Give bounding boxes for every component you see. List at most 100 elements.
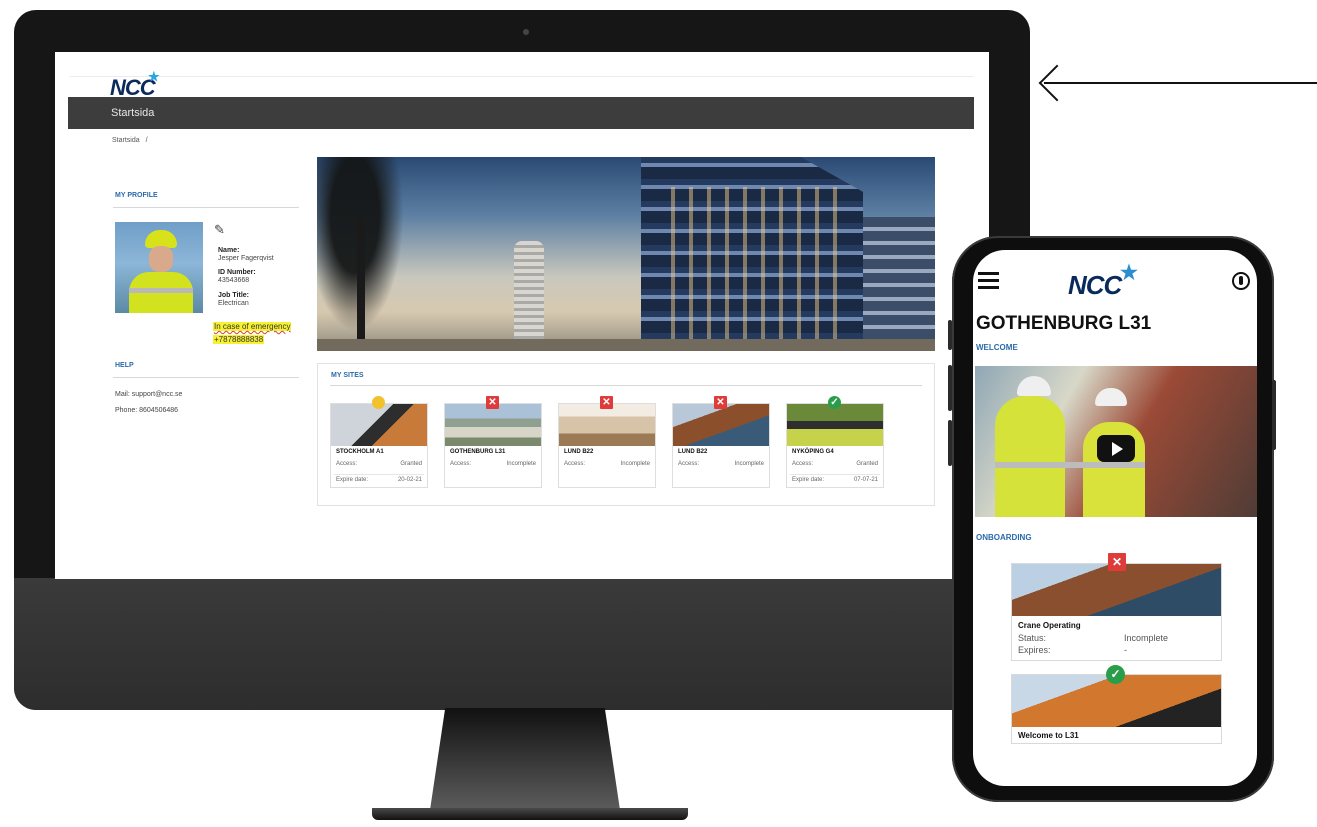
site-expire-label: Expire date:	[336, 477, 369, 483]
site-access-row: Access: Granted	[336, 461, 422, 467]
site-name: LUND B22	[678, 449, 708, 455]
site-expire-label: Expire date:	[792, 477, 825, 483]
site-name: GOTHENBURG L31	[450, 449, 506, 455]
site-row-divider	[334, 474, 424, 475]
brand-name: NCC	[1068, 270, 1122, 300]
site-access-label: Access:	[336, 461, 358, 467]
site-access-label: Access:	[678, 461, 700, 467]
top-navbar: Startsida	[68, 97, 974, 129]
site-expire-value: 20-02-21	[397, 477, 422, 483]
hero-tower	[514, 241, 544, 351]
job-title-value: Electrican	[218, 300, 249, 307]
site-access-row: Access: Incomplete	[450, 461, 536, 467]
phone-volume-button	[948, 420, 952, 466]
hero-banner-image	[317, 157, 935, 351]
name-value: Jesper Fagerqvist	[218, 255, 274, 262]
monitor-stand	[430, 708, 620, 810]
site-card-stockholm-a1[interactable]: STOCKHOLM A1 Access: Granted Expire date…	[330, 403, 428, 488]
my-profile-title: MY PROFILE	[115, 192, 158, 199]
video-vest-stripe	[995, 462, 1145, 468]
site-access-label: Access:	[450, 461, 472, 467]
status-incomplete-icon: ✕	[1108, 553, 1126, 571]
star-icon: ★	[148, 69, 160, 84]
edit-profile-pencil-icon[interactable]: ✎	[214, 222, 225, 238]
name-label: Name:	[218, 247, 240, 254]
site-row-divider	[790, 474, 880, 475]
help-divider	[113, 377, 299, 378]
status-incomplete-icon: ✕	[714, 396, 727, 409]
site-image	[673, 404, 769, 446]
site-card-lund-b22[interactable]: LUND B22 Access: Incomplete	[558, 403, 656, 488]
video-worker-helmet	[1017, 376, 1051, 396]
id-number-value: 43543668	[218, 277, 250, 284]
avatar-vest-stripe	[129, 288, 193, 293]
site-access-label: Access:	[792, 461, 814, 467]
site-name: LUND B22	[564, 449, 594, 455]
site-image	[445, 404, 541, 446]
site-expire-row: Expire date: 20-02-21	[336, 477, 422, 483]
hero-building-lights	[657, 187, 837, 347]
star-icon: ★	[1120, 262, 1138, 284]
site-expire-value: 07-07-21	[853, 477, 878, 483]
site-access-row: Access: Incomplete	[564, 461, 650, 467]
monitor-stand-foot	[372, 808, 688, 820]
desktop-screen: NCC ★ Startsida Startsida / MY PROFILE ✎…	[55, 52, 989, 579]
onboarding-card-crane-operating[interactable]: Crane Operating Status: Incomplete Expir…	[1011, 563, 1222, 661]
video-worker-vest	[995, 396, 1065, 517]
onboarding-status-value: Incomplete	[1124, 633, 1169, 643]
site-access-label: Access:	[564, 461, 586, 467]
my-sites-panel: MY SITES STOCKHOLM A1 Access: Granted Ex…	[317, 363, 935, 506]
monitor-camera	[523, 29, 529, 35]
phone-power-button	[1272, 380, 1276, 450]
hero-building-right	[863, 217, 935, 351]
my-sites-divider	[330, 385, 922, 386]
site-image	[559, 404, 655, 446]
avatar-face	[149, 246, 173, 272]
help-title: HELP	[115, 362, 134, 369]
job-title-label: Job Title:	[218, 292, 249, 299]
nav-title[interactable]: Startsida	[111, 107, 154, 119]
play-button-icon[interactable]	[1097, 435, 1135, 462]
site-title: GOTHENBURG L31	[976, 313, 1152, 334]
breadcrumb-item-startsida[interactable]: Startsida	[112, 137, 140, 144]
site-image	[787, 404, 883, 446]
site-card-gothenburg-l31[interactable]: GOTHENBURG L31 Access: Incomplete	[444, 403, 542, 488]
phone-volume-button	[948, 365, 952, 411]
site-access-row: Access: Incomplete	[678, 461, 764, 467]
site-access-row: Access: Granted	[792, 461, 878, 467]
my-profile-divider	[113, 207, 299, 208]
user-profile-icon[interactable]	[1232, 272, 1250, 290]
monitor-chin	[14, 578, 1030, 710]
help-mail[interactable]: Mail: support@ncc.se	[115, 391, 182, 398]
breadcrumb: Startsida /	[112, 137, 148, 144]
site-expire-row: Expire date: 07-07-21	[792, 477, 878, 483]
breadcrumb-separator: /	[145, 137, 148, 144]
mobile-screen: NCC ★ GOTHENBURG L31 WELCOME ONBOARDING …	[973, 250, 1257, 786]
phone-side-button	[948, 320, 952, 350]
my-sites-title: MY SITES	[331, 372, 364, 379]
site-name: STOCKHOLM A1	[336, 449, 384, 455]
hero-tree-trunk	[357, 217, 365, 351]
hamburger-menu-icon[interactable]	[978, 272, 999, 289]
site-access-value: Incomplete	[734, 461, 764, 467]
site-name: NYKÖPING G4	[792, 449, 834, 455]
help-phone[interactable]: Phone: 8604506486	[115, 407, 178, 414]
site-card-lund-b22-2[interactable]: LUND B22 Access: Incomplete	[672, 403, 770, 488]
emergency-contact-label[interactable]: In case of emergency	[213, 322, 292, 331]
onboarding-card-welcome-to-l31[interactable]: Welcome to L31	[1011, 674, 1222, 744]
pointer-arrow-head-icon	[1038, 64, 1076, 102]
pointer-arrow-line	[1044, 82, 1317, 84]
site-access-value: Incomplete	[620, 461, 650, 467]
site-image	[331, 404, 427, 446]
emergency-contact-phone[interactable]: +7878888838	[213, 335, 265, 344]
onboarding-card-title: Crane Operating	[1018, 621, 1081, 630]
video-worker-helmet	[1095, 388, 1127, 406]
onboarding-card-image	[1012, 564, 1221, 616]
onboarding-expires-value: -	[1124, 645, 1127, 655]
status-warning-icon	[372, 396, 385, 409]
site-card-nykoping-g4[interactable]: NYKÖPING G4 Access: Granted Expire date:…	[786, 403, 884, 488]
onboarding-card-title: Welcome to L31	[1018, 731, 1079, 740]
hero-ground	[317, 339, 935, 351]
ncc-logo[interactable]: NCC ★	[1068, 262, 1138, 301]
onboarding-expires-label: Expires:	[1018, 645, 1051, 655]
